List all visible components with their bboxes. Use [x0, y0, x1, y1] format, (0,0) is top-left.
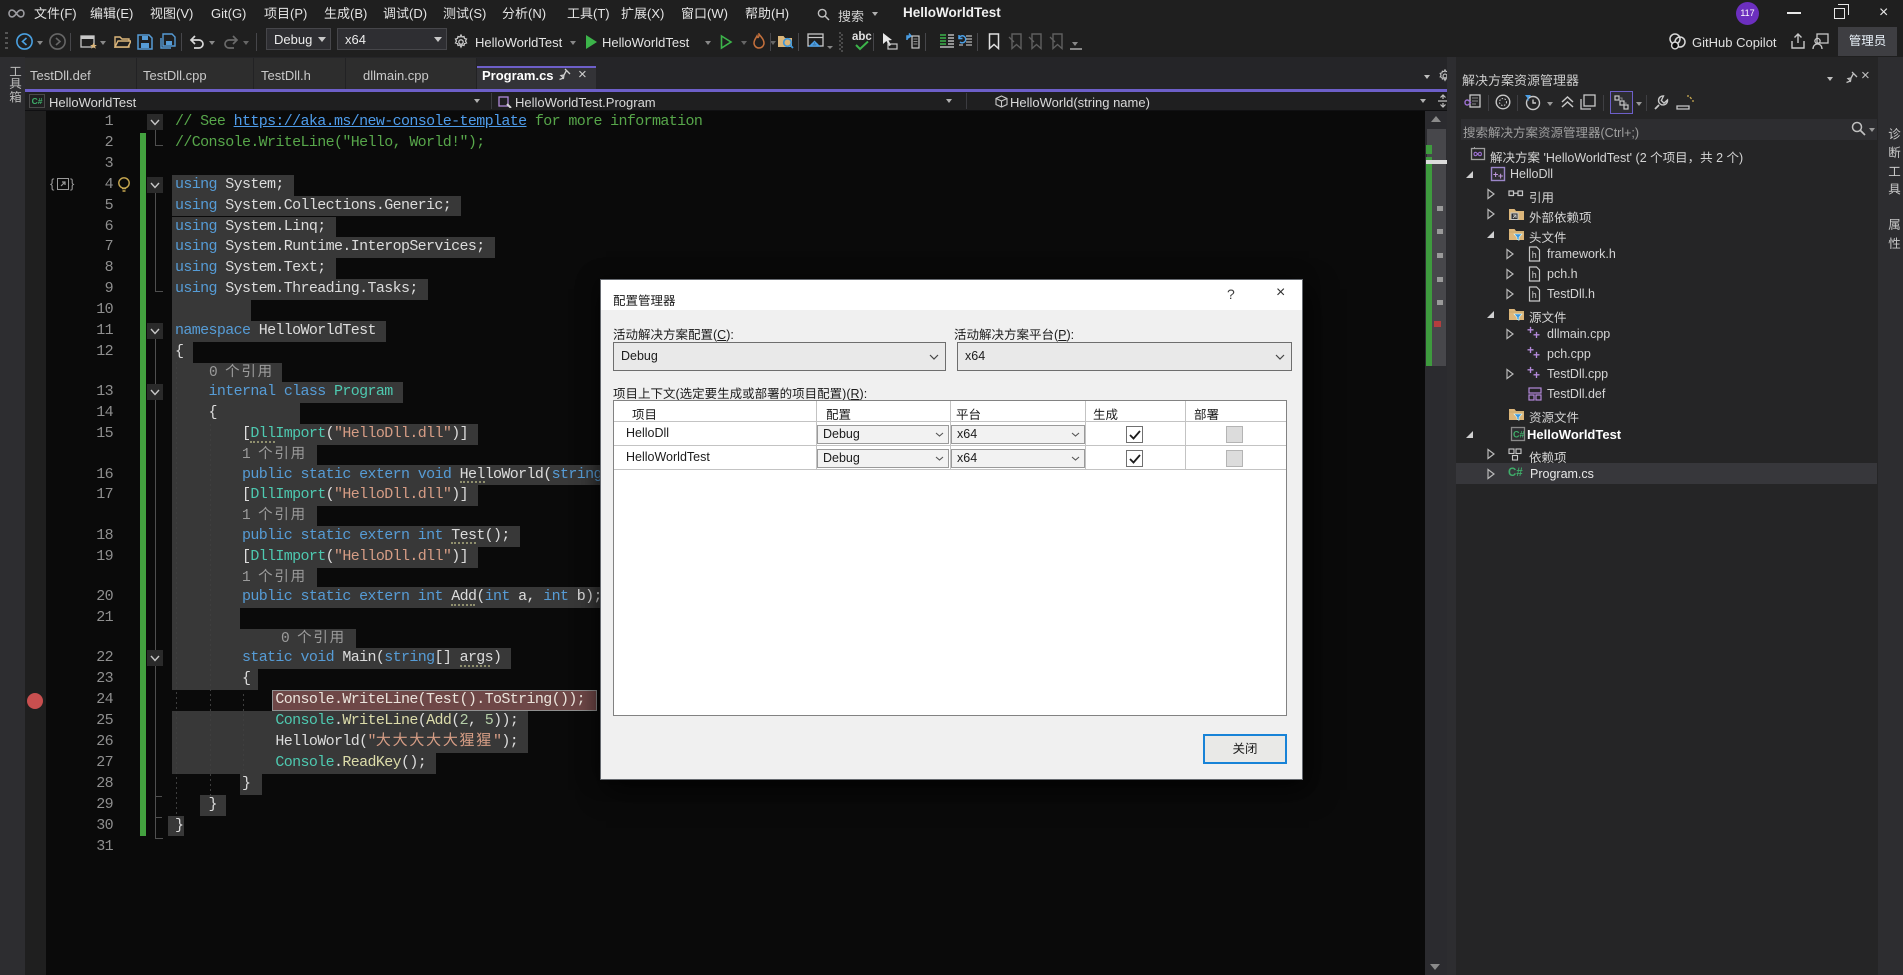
svg-text:h: h [1532, 271, 1537, 281]
svg-text:C#: C# [1513, 430, 1525, 440]
svg-text:h: h [1532, 251, 1537, 261]
svg-text:h: h [1532, 291, 1537, 301]
svg-text:+: + [1498, 171, 1503, 181]
